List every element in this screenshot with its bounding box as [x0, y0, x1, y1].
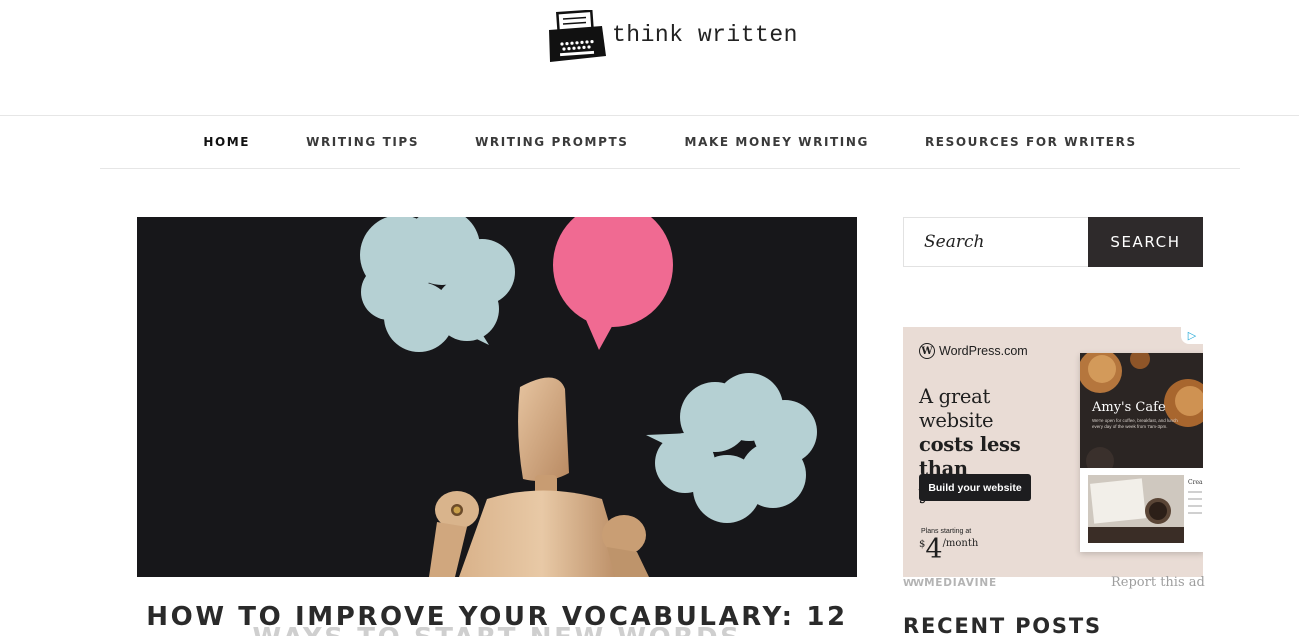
site-logo[interactable]: think written — [546, 10, 798, 64]
ad-brand: W WordPress.com — [919, 343, 1028, 359]
ad-brand-label: WordPress.com — [939, 344, 1028, 358]
adchoices-icon[interactable]: ▷ — [1181, 327, 1203, 344]
nav-item-make-money-writing[interactable]: MAKE MONEY WRITING — [685, 135, 869, 149]
nav-item-writing-tips[interactable]: WRITING TIPS — [306, 135, 419, 149]
nav-item-writing-prompts[interactable]: WRITING PROMPTS — [475, 135, 628, 149]
recent-posts-heading: RECENT POSTS — [903, 614, 1102, 636]
ad-price: $ 4 /month — [919, 534, 979, 565]
post-title-second-line[interactable]: WAYS TO START NEW WORDS — [137, 627, 857, 636]
ad-cafe-name: Amy's Cafe — [1092, 400, 1166, 415]
search-form: SEARCH — [903, 217, 1203, 267]
mediavine-icon: WW — [903, 577, 924, 589]
nav-item-home[interactable]: HOME — [203, 135, 250, 149]
ad-cafe-subtitle: We're open for coffee, breakfast, and lu… — [1092, 418, 1178, 429]
mediavine-label: WW MEDIAVINE — [903, 577, 997, 589]
featured-image[interactable] — [137, 217, 857, 577]
report-ad-link[interactable]: Report this ad — [1111, 575, 1205, 590]
search-button[interactable]: SEARCH — [1088, 217, 1203, 267]
main-nav: HOME WRITING TIPS WRITING PROMPTS MAKE M… — [100, 116, 1240, 169]
search-input[interactable] — [903, 217, 1088, 267]
advertisement[interactable]: ▷ W WordPress.com A great website costs … — [903, 327, 1203, 577]
ad-card-side-text: Crea — [1188, 479, 1203, 486]
wordpress-logo-icon: W — [919, 343, 935, 359]
ad-cafe-banner: Amy's Cafe We're open for coffee, breakf… — [1080, 353, 1203, 468]
ad-cta-button[interactable]: Build your website — [919, 474, 1031, 501]
logo-text: think written — [612, 22, 798, 48]
ad-website-preview: Amy's Cafe We're open for coffee, breakf… — [1080, 353, 1203, 552]
typewriter-icon — [549, 10, 606, 62]
ad-coffee-photo — [1088, 475, 1184, 543]
nav-item-resources-for-writers[interactable]: RESOURCES FOR WRITERS — [925, 135, 1137, 149]
ad-card-placeholder-lines — [1188, 491, 1202, 519]
